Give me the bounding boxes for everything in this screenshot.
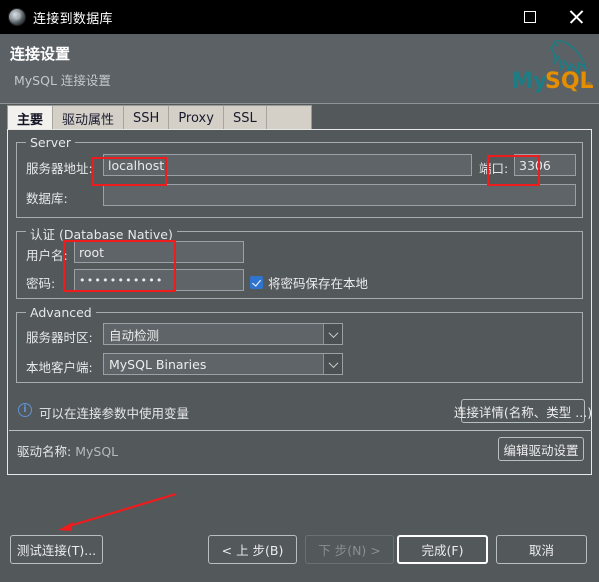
local-client-value: MySQL Binaries: [109, 356, 207, 372]
local-client-dropdown[interactable]: MySQL Binaries: [103, 353, 343, 375]
tab-ssh[interactable]: SSH: [124, 106, 170, 130]
dialog-header: 连接设置 MySQL 连接设置 My SQL ®: [0, 34, 599, 104]
mysql-logo: My SQL ®: [511, 40, 593, 94]
tab-filler: [266, 106, 311, 130]
app-icon: [8, 8, 26, 26]
auth-group: 认证 (Database Native) 用户名: root 密码: •••••…: [16, 224, 583, 299]
local-client-label: 本地客户端:: [26, 360, 93, 375]
timezone-value: 自动检测: [109, 327, 160, 343]
password-label: 密码:: [26, 276, 56, 291]
save-password-label: 将密码保存在本地: [268, 276, 369, 291]
server-group: Server 服务器地址: localhost 端口: 3306 数据库:: [16, 135, 583, 218]
tab-ssl[interactable]: SSL: [223, 106, 267, 130]
database-label: 数据库:: [26, 191, 68, 206]
timezone-dropdown[interactable]: 自动检测: [103, 323, 343, 345]
footer-bar: 测试连接(T)... < 上 步(B) 下 步(N) > 完成(F) 取消: [0, 485, 599, 582]
finish-button[interactable]: 完成(F): [397, 535, 488, 564]
page-title: 连接设置: [10, 45, 71, 63]
password-masked-value: •••••••••••: [79, 273, 164, 287]
info-row: i 可以在连接参数中使用变量 连接详情(名称、类型 ...): [9, 394, 592, 430]
username-input[interactable]: root: [74, 241, 244, 263]
test-connection-button[interactable]: 测试连接(T)...: [10, 535, 103, 564]
chevron-down-icon[interactable]: [323, 324, 342, 344]
info-text: 可以在连接参数中使用变量: [39, 406, 190, 421]
next-button: 下 步(N) >: [305, 535, 394, 564]
close-button[interactable]: [553, 0, 599, 34]
host-input[interactable]: localhost: [103, 154, 472, 176]
driver-name-row: 驱动名称: MySQL: [17, 441, 118, 460]
svg-text:®: ®: [585, 81, 593, 90]
server-group-title: Server: [26, 135, 75, 150]
connect-database-dialog: 连接到数据库 连接设置 MySQL 连接设置 My SQL ® 主要 驱动属性 …: [0, 0, 599, 582]
close-icon: [568, 9, 584, 25]
port-label: 端口:: [479, 161, 509, 176]
window-title: 连接到数据库: [33, 11, 113, 27]
password-input[interactable]: •••••••••••: [74, 269, 244, 291]
connection-details-button[interactable]: 连接详情(名称、类型 ...): [454, 399, 592, 423]
chevron-down-icon[interactable]: [323, 354, 342, 374]
info-icon: i: [18, 403, 32, 417]
database-input[interactable]: [103, 184, 576, 206]
maximize-icon: [524, 11, 536, 23]
svg-text:My: My: [511, 69, 547, 94]
tab-driver-properties[interactable]: 驱动属性: [53, 106, 125, 130]
tab-proxy[interactable]: Proxy: [169, 106, 224, 130]
driver-name-label: 驱动名称:: [17, 444, 72, 459]
tabs: 主要 驱动属性 SSH Proxy SSL: [7, 105, 312, 130]
page-subtitle: MySQL 连接设置: [14, 73, 111, 88]
driver-name-value: MySQL: [75, 444, 119, 459]
host-label: 服务器地址:: [26, 161, 93, 176]
save-password-checkbox[interactable]: 将密码保存在本地: [250, 273, 368, 292]
maximize-button[interactable]: [507, 0, 553, 34]
advanced-group-title: Advanced: [26, 305, 96, 320]
checkbox-checked-icon: [250, 276, 263, 289]
port-input[interactable]: 3306: [514, 154, 576, 176]
title-bar: 连接到数据库: [0, 0, 599, 34]
settings-panel: Server 服务器地址: localhost 端口: 3306 数据库: 认证…: [7, 129, 592, 475]
tab-main[interactable]: 主要: [8, 106, 54, 130]
advanced-group: Advanced 服务器时区: 自动检测 本地客户端: MySQL Binari…: [16, 305, 583, 383]
back-button[interactable]: < 上 步(B): [208, 535, 297, 564]
username-label: 用户名:: [26, 248, 68, 263]
cancel-button[interactable]: 取消: [496, 535, 587, 564]
edit-driver-settings-button[interactable]: 编辑驱动设置: [498, 437, 584, 461]
divider: [9, 430, 592, 431]
tab-strip: 主要 驱动属性 SSH Proxy SSL: [0, 105, 599, 130]
timezone-label: 服务器时区:: [26, 330, 93, 345]
